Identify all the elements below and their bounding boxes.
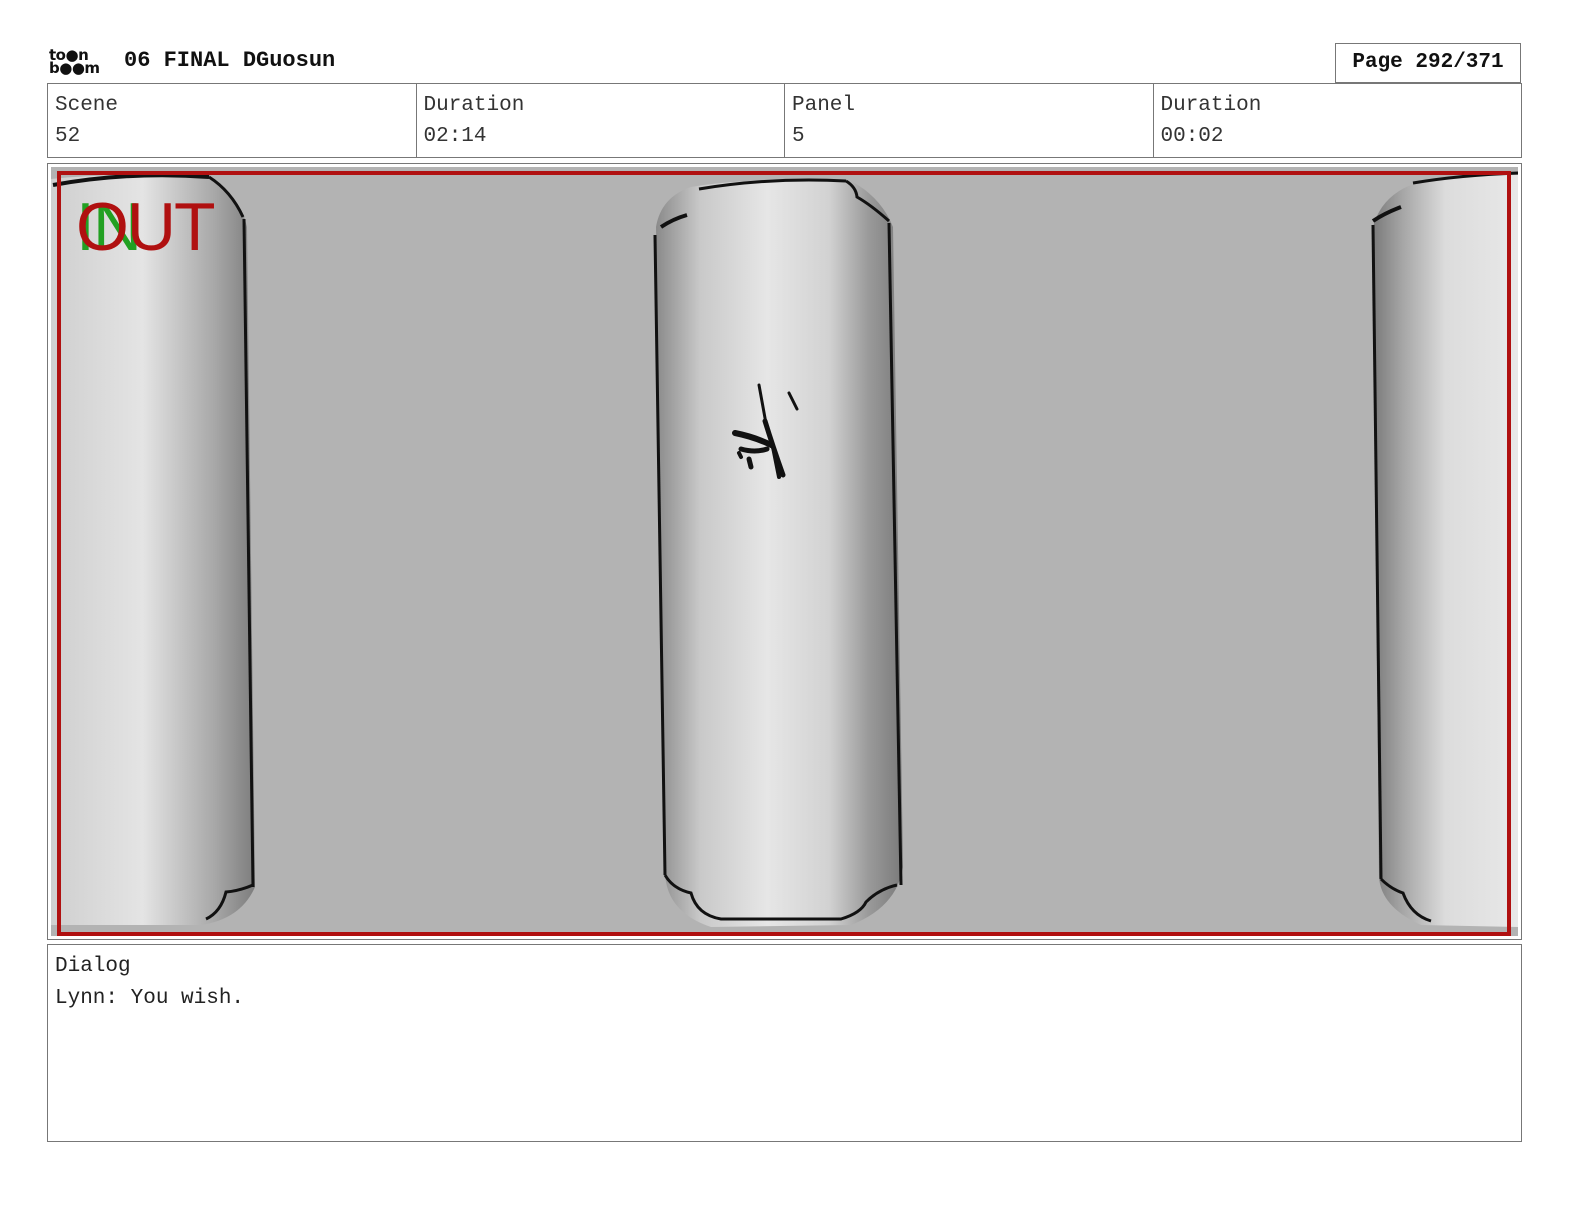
storyboard-panel: IN OUT bbox=[47, 163, 1522, 940]
logo-bottom-text: b●●m bbox=[49, 59, 100, 77]
out-marker: OUT bbox=[76, 189, 216, 265]
center-pillar bbox=[653, 178, 903, 927]
panel-value: 5 bbox=[792, 125, 805, 148]
dialog-label: Dialog bbox=[55, 955, 131, 978]
project-title: 06 FINAL DGuosun bbox=[124, 48, 336, 73]
in-out-markers: IN OUT bbox=[76, 192, 236, 262]
panel-artwork bbox=[51, 167, 1518, 936]
right-pillar bbox=[1371, 171, 1518, 927]
panel-label: Panel bbox=[792, 94, 856, 117]
page-indicator: Page 292/371 bbox=[1335, 43, 1521, 83]
panel-duration-label: Duration bbox=[1160, 94, 1262, 117]
scene-duration-value: 02:14 bbox=[423, 125, 487, 148]
left-pillar bbox=[51, 173, 255, 925]
scene-label: Scene bbox=[55, 94, 119, 117]
scene-duration-label: Duration bbox=[423, 94, 525, 117]
panel-cell: Panel 5 bbox=[785, 84, 1154, 157]
dialog-box: Dialog Lynn: You wish. bbox=[47, 944, 1522, 1142]
scene-duration-cell: Duration 02:14 bbox=[417, 84, 785, 157]
scene-value: 52 bbox=[55, 125, 81, 148]
panel-duration-value: 00:02 bbox=[1160, 125, 1224, 148]
panel-drawing bbox=[51, 167, 1518, 936]
panel-duration-cell: Duration 00:02 bbox=[1154, 84, 1522, 157]
toon-boom-logo: to●n b●●m bbox=[49, 48, 105, 81]
scene-cell: Scene 52 bbox=[48, 84, 417, 157]
scene-info-row: Scene 52 Duration 02:14 Panel 5 Duration… bbox=[47, 83, 1522, 158]
dialog-text: Lynn: You wish. bbox=[55, 987, 245, 1010]
